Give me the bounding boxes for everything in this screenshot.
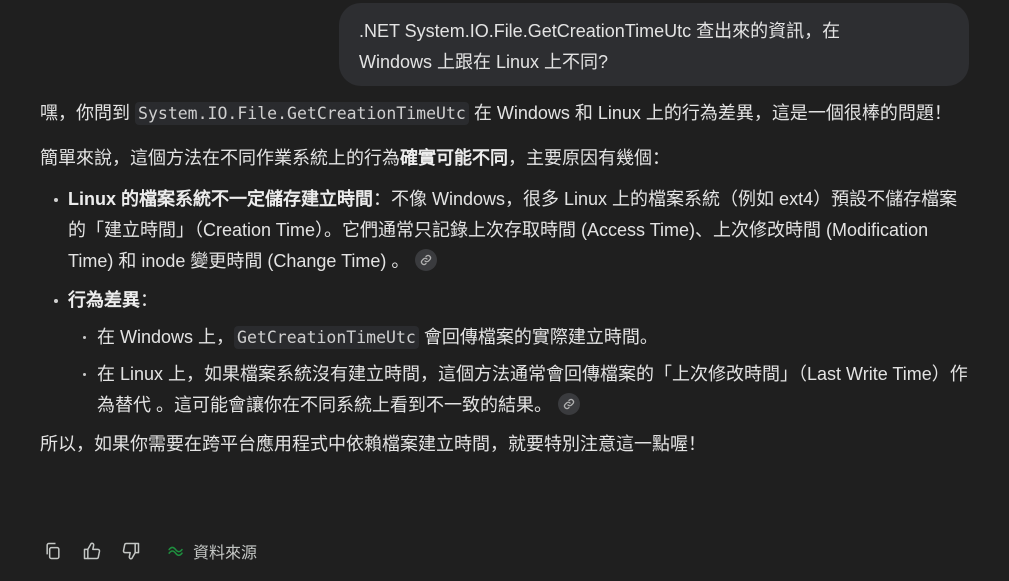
list-item-filesystem: Linux 的檔案系統不一定儲存建立時間：不像 Windows，很多 Linux…	[54, 184, 970, 277]
thumbs-up-button[interactable]	[79, 538, 105, 564]
sources-link-icon	[168, 546, 183, 557]
bullet2-bold: 行為差異	[68, 290, 140, 310]
user-message-line-1: .NET System.IO.File.GetCreationTimeUtc 查…	[359, 21, 841, 41]
link-icon	[421, 254, 432, 266]
intro-text-pre: 嘿，你問到	[40, 103, 136, 123]
sublist-item-linux: 在 Linux 上，如果檔案系統沒有建立時間，這個方法通常會回傳檔案的「上次修改…	[83, 359, 970, 421]
user-message-bubble: .NET System.IO.File.GetCreationTimeUtc 查…	[339, 3, 969, 86]
summary-text-pre: 簡單來說，這個方法在不同作業系統上的行為	[40, 148, 400, 168]
inline-code-method: System.IO.File.GetCreationTimeUtc	[135, 102, 469, 125]
sub1-text-post: 會回傳檔案的實際建立時間。	[418, 327, 658, 347]
response-intro-paragraph: 嘿，你問到 System.IO.File.GetCreationTimeUtc …	[40, 98, 970, 129]
citation-chip-1[interactable]	[415, 249, 438, 271]
sources-button[interactable]: 資料來源	[167, 539, 257, 563]
reason-list: Linux 的檔案系統不一定儲存建立時間：不像 Windows，很多 Linux…	[40, 184, 970, 421]
response-summary-paragraph: 簡單來說，這個方法在不同作業系統上的行為確實可能不同，主要原因有幾個：	[40, 143, 970, 174]
sublist-item-windows: 在 Windows 上， GetCreationTimeUtc 會回傳檔案的實際建…	[83, 322, 970, 353]
assistant-response: 嘿，你問到 System.IO.File.GetCreationTimeUtc …	[40, 98, 970, 460]
citation-chip-2[interactable]	[558, 393, 580, 415]
behavior-sublist: 在 Windows 上， GetCreationTimeUtc 會回傳檔案的實際建…	[68, 322, 970, 421]
chat-page: .NET System.IO.File.GetCreationTimeUtc 查…	[0, 0, 1009, 581]
bullet1-bold: Linux 的檔案系統不一定儲存建立時間	[68, 189, 373, 209]
summary-text-post: ，主要原因有幾個：	[508, 148, 670, 168]
user-message-line-2: Windows 上跟在 Linux 上不同?	[359, 52, 609, 72]
response-action-bar: 資料來源	[40, 538, 257, 564]
sub1-text-pre: 在 Windows 上，	[97, 327, 235, 347]
summary-bold-text: 確實可能不同	[400, 148, 508, 168]
copy-icon	[46, 542, 60, 560]
bullet2-text: ：	[140, 290, 158, 310]
thumbs-down-button[interactable]	[118, 538, 144, 564]
response-conclusion-paragraph: 所以，如果你需要在跨平台應用程式中依賴檔案建立時間，就要特別注意這一點喔！	[40, 434, 706, 454]
thumbs-up-icon	[83, 542, 101, 560]
inline-code-method-short: GetCreationTimeUtc	[234, 326, 419, 349]
intro-text-post: 在 Windows 和 Linux 上的行為差異，這是一個很棒的問題！	[468, 103, 952, 123]
copy-button[interactable]	[40, 538, 66, 564]
sources-label: 資料來源	[193, 545, 258, 562]
thumbs-down-icon	[122, 542, 140, 560]
sub2-text: 在 Linux 上，如果檔案系統沒有建立時間，這個方法通常會回傳檔案的「上次修改…	[97, 364, 968, 415]
list-item-behavior: 行為差異： 在 Windows 上， GetCreationTimeUtc 會回傳…	[54, 285, 970, 421]
link-icon	[563, 398, 575, 410]
